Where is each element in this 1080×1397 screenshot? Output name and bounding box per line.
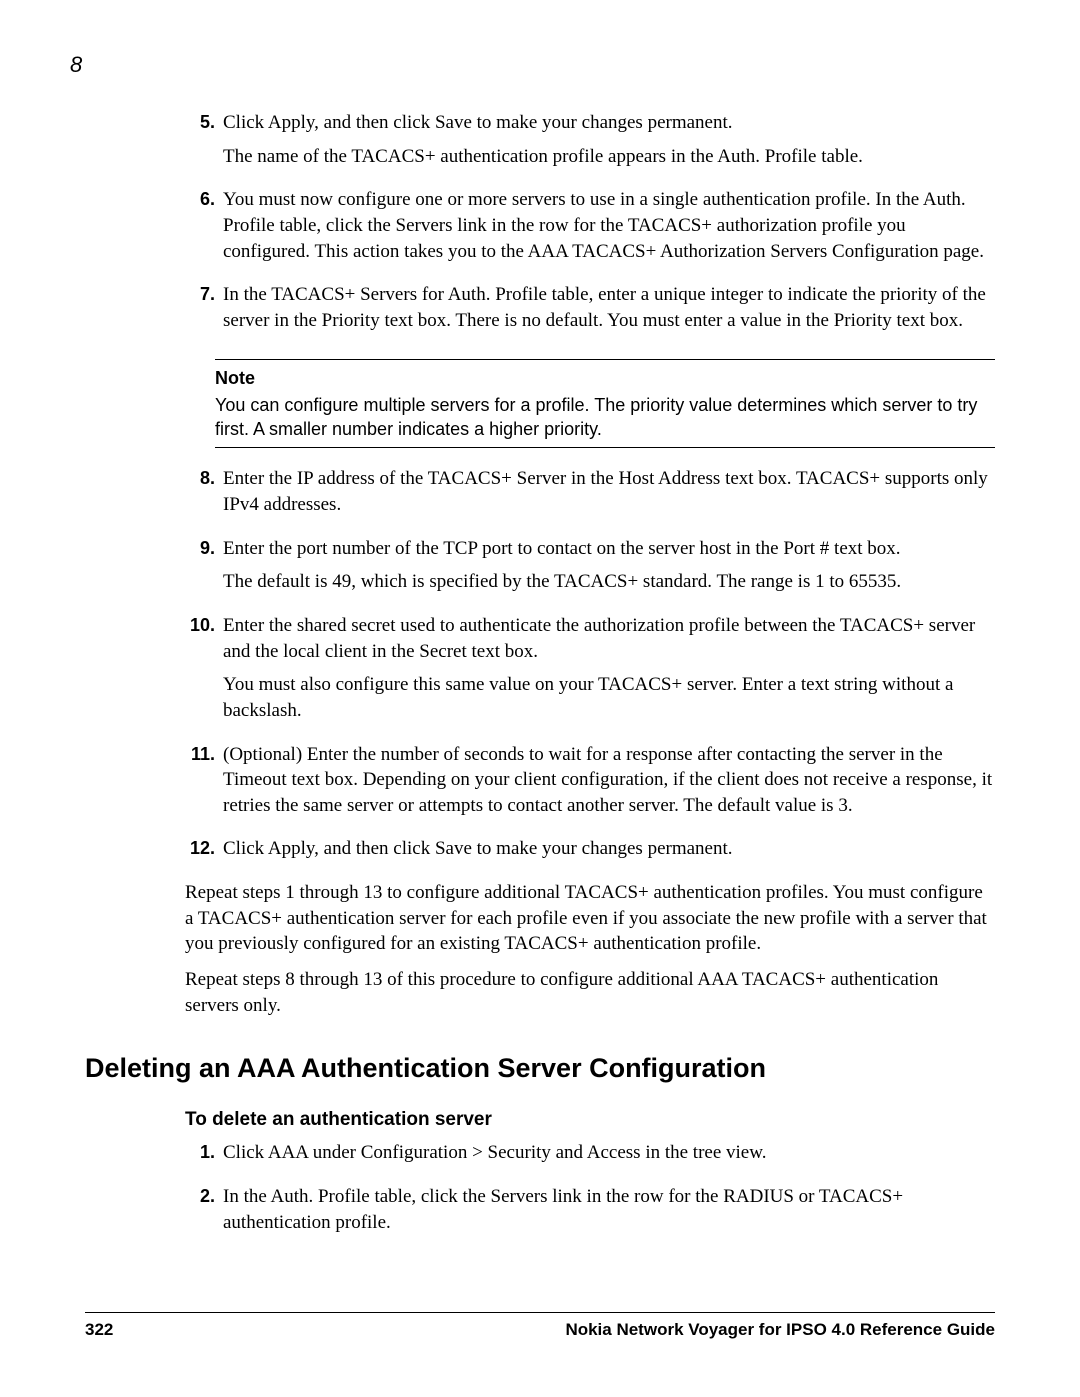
step-number: 1. <box>185 1140 223 1174</box>
step-c2: 2. In the Auth. Profile table, click the… <box>185 1184 995 1243</box>
step-c1: 1. Click AAA under Configuration > Secur… <box>185 1140 995 1174</box>
step-text: You must now configure one or more serve… <box>223 187 995 264</box>
section-heading: Deleting an AAA Authentication Server Co… <box>85 1050 995 1086</box>
step-body: Enter the shared secret used to authenti… <box>223 613 995 732</box>
step-number: 7. <box>185 282 223 341</box>
step-body: In the Auth. Profile table, click the Se… <box>223 1184 995 1243</box>
step-number: 6. <box>185 187 223 272</box>
subheading: To delete an authentication server <box>185 1107 995 1133</box>
step-6: 6. You must now configure one or more se… <box>185 187 995 272</box>
step-number: 11. <box>185 742 223 827</box>
step-8: 8. Enter the IP address of the TACACS+ S… <box>185 466 995 525</box>
step-text: The name of the TACACS+ authentication p… <box>223 144 995 170</box>
step-text: In the Auth. Profile table, click the Se… <box>223 1184 995 1235</box>
step-text: Enter the IP address of the TACACS+ Serv… <box>223 466 995 517</box>
step-10: 10. Enter the shared secret used to auth… <box>185 613 995 732</box>
step-number: 5. <box>185 110 223 177</box>
step-5: 5. Click Apply, and then click Save to m… <box>185 110 995 177</box>
steps-list-c: 1. Click AAA under Configuration > Secur… <box>185 1140 995 1243</box>
note-body: You can configure multiple servers for a… <box>215 393 995 442</box>
step-body: Enter the port number of the TCP port to… <box>223 536 995 603</box>
paragraph: Repeat steps 8 through 13 of this proced… <box>185 967 995 1018</box>
step-text: Enter the shared secret used to authenti… <box>223 613 995 664</box>
step-body: Click Apply, and then click Save to make… <box>223 836 995 870</box>
step-number: 2. <box>185 1184 223 1243</box>
steps-list-a: 5. Click Apply, and then click Save to m… <box>185 110 995 341</box>
doc-title: Nokia Network Voyager for IPSO 4.0 Refer… <box>565 1319 995 1342</box>
step-body: Click Apply, and then click Save to make… <box>223 110 995 177</box>
step-text: Click Apply, and then click Save to make… <box>223 836 995 862</box>
step-number: 8. <box>185 466 223 525</box>
step-12: 12. Click Apply, and then click Save to … <box>185 836 995 870</box>
main-content: 5. Click Apply, and then click Save to m… <box>185 110 995 1243</box>
step-text: (Optional) Enter the number of seconds t… <box>223 742 995 819</box>
note-box: Note You can configure multiple servers … <box>215 359 995 448</box>
step-body: In the TACACS+ Servers for Auth. Profile… <box>223 282 995 341</box>
step-7: 7. In the TACACS+ Servers for Auth. Prof… <box>185 282 995 341</box>
step-text: In the TACACS+ Servers for Auth. Profile… <box>223 282 995 333</box>
steps-list-b: 8. Enter the IP address of the TACACS+ S… <box>185 466 995 870</box>
step-number: 12. <box>185 836 223 870</box>
step-text: You must also configure this same value … <box>223 672 995 723</box>
step-body: (Optional) Enter the number of seconds t… <box>223 742 995 827</box>
step-text: Enter the port number of the TCP port to… <box>223 536 995 562</box>
page-number: 322 <box>85 1319 113 1342</box>
chapter-number: 8 <box>70 50 82 80</box>
footer: 322 Nokia Network Voyager for IPSO 4.0 R… <box>85 1312 995 1342</box>
step-text: Click Apply, and then click Save to make… <box>223 110 995 136</box>
step-text: Click AAA under Configuration > Security… <box>223 1140 995 1166</box>
step-text: The default is 49, which is specified by… <box>223 569 995 595</box>
note-title: Note <box>215 366 995 390</box>
step-number: 10. <box>185 613 223 732</box>
page: 8 5. Click Apply, and then click Save to… <box>0 0 1080 1397</box>
step-body: Enter the IP address of the TACACS+ Serv… <box>223 466 995 525</box>
step-11: 11. (Optional) Enter the number of secon… <box>185 742 995 827</box>
step-9: 9. Enter the port number of the TCP port… <box>185 536 995 603</box>
step-body: You must now configure one or more serve… <box>223 187 995 272</box>
step-number: 9. <box>185 536 223 603</box>
step-body: Click AAA under Configuration > Security… <box>223 1140 995 1174</box>
paragraph: Repeat steps 1 through 13 to configure a… <box>185 880 995 957</box>
